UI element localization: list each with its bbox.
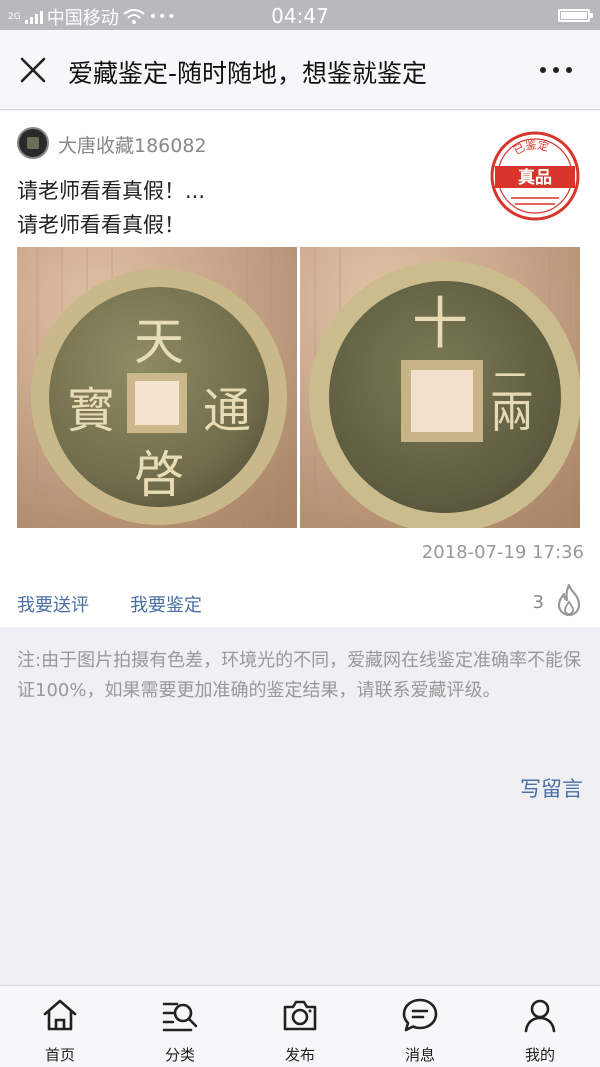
status-time: 04:47 — [271, 4, 329, 28]
write-comment-link[interactable]: 写留言 — [520, 773, 583, 803]
bottom-tab-bar: 首页 分类 发布 消息 我的 — [0, 985, 600, 1067]
page-title: 爱藏鉴定-随时随地，想鉴就鉴定 — [68, 59, 428, 88]
more-icon[interactable] — [538, 60, 574, 80]
tab-category-label: 分类 — [164, 1046, 195, 1064]
stamp-top-text: 已鉴定 — [511, 138, 550, 158]
tab-messages-label: 消息 — [404, 1046, 435, 1064]
coin-front-glyph-right: 通 — [203, 383, 251, 439]
tab-publish-label: 发布 — [284, 1046, 315, 1064]
post-summary: 请老师看看真假！... — [17, 179, 206, 203]
post-timestamp: 2018-07-19 17:36 — [421, 542, 584, 563]
coin-front-glyph-left: 寳 — [67, 383, 115, 439]
tab-home[interactable]: 首页 — [0, 986, 120, 1067]
coin-front-glyph-bottom: 啓 — [134, 446, 184, 504]
post-body: 请老师看看真假！ — [17, 213, 185, 237]
stamp-main-text: 真品 — [518, 167, 552, 188]
svg-text:已鉴定: 已鉴定 — [511, 138, 550, 158]
tab-home-label: 首页 — [44, 1046, 75, 1064]
username[interactable]: 大唐收藏186082 — [58, 131, 207, 158]
post-card: 大唐收藏186082 请老师看看真假！... 请老师看看真假！ 已鉴定 真品 天… — [0, 111, 600, 627]
fire-icon[interactable] — [554, 583, 584, 617]
coin-back-glyph-top: 十 — [412, 292, 468, 357]
tab-profile-label: 我的 — [524, 1046, 555, 1064]
request-review-link[interactable]: 我要送评 — [17, 591, 89, 617]
coin-front-glyph-top: 天 — [134, 313, 184, 371]
nav-bar: 爱藏鉴定-随时随地，想鉴就鉴定 — [0, 30, 600, 110]
disclaimer-notice: 注:由于图片拍摄有色差，环境光的不同，爱藏网在线鉴定准确率不能保证100%，如果… — [17, 650, 582, 701]
coin-front-photo[interactable]: 天 啓 通 寳 — [17, 247, 297, 528]
message-icon — [402, 998, 438, 1032]
tab-category[interactable]: 分类 — [120, 986, 240, 1067]
close-icon[interactable] — [18, 55, 48, 85]
coin-back-photo[interactable]: 十 一 兩 — [300, 247, 580, 528]
home-icon — [43, 999, 77, 1031]
category-search-icon — [162, 1002, 198, 1032]
tab-publish[interactable]: 发布 — [240, 986, 360, 1067]
profile-icon — [524, 999, 556, 1033]
tab-profile[interactable]: 我的 — [480, 986, 600, 1067]
status-bar: 2G 中国移动 ••• 04:47 — [0, 0, 600, 30]
camera-icon — [283, 1000, 317, 1031]
authentic-stamp-icon: 已鉴定 真品 — [490, 131, 580, 221]
coin-back-glyph-right: 兩 — [490, 387, 534, 438]
avatar[interactable] — [17, 127, 49, 159]
battery-icon — [558, 9, 593, 22]
hot-count: 3 — [532, 592, 544, 613]
tab-messages[interactable]: 消息 — [360, 986, 480, 1067]
appraise-link[interactable]: 我要鉴定 — [130, 591, 202, 617]
